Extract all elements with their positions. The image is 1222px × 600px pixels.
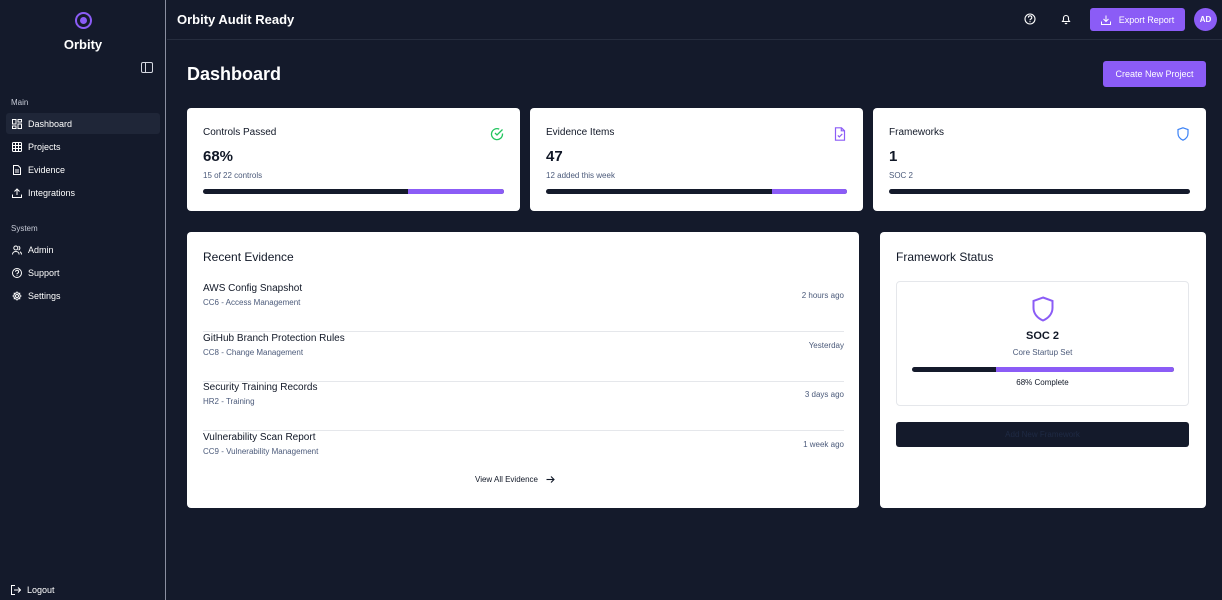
logout-label: Logout (27, 585, 55, 595)
list-item[interactable]: AWS Config Snapshot CC6 - Access Managem… (203, 283, 844, 332)
recent-evidence-panel: Recent Evidence AWS Config Snapshot CC6 … (187, 232, 859, 508)
stat-title: Evidence Items (546, 127, 615, 138)
export-report-button[interactable]: Export Report (1090, 8, 1185, 31)
sidebar-item-admin[interactable]: Admin (6, 239, 160, 260)
stat-card-evidence: Evidence Items 47 12 added this week (530, 108, 863, 211)
list-item[interactable]: Vulnerability Scan Report CC9 - Vulnerab… (203, 432, 844, 481)
list-item[interactable]: Security Training Records HR2 - Training… (203, 382, 844, 431)
section-label-main: Main (11, 98, 29, 107)
sidebar-item-projects[interactable]: Projects (6, 136, 160, 157)
evidence-name: Vulnerability Scan Report (203, 432, 316, 443)
export-report-label: Export Report (1118, 14, 1175, 25)
stat-title: Frameworks (889, 127, 945, 138)
evidence-name: GitHub Branch Protection Rules (203, 333, 345, 344)
evidence-time: Yesterday (808, 341, 844, 350)
sidebar-item-label: Admin (28, 244, 54, 255)
file-check-icon (834, 127, 846, 141)
sidebar-item-evidence[interactable]: Evidence (6, 159, 160, 180)
progress-bar (203, 189, 504, 194)
shield-icon (1177, 127, 1189, 141)
evidence-name: AWS Config Snapshot (203, 283, 303, 294)
bell-icon[interactable] (1060, 13, 1072, 25)
evidence-time: 2 hours ago (801, 291, 844, 300)
sidebar-item-label: Evidence (28, 164, 66, 175)
orbit-logo-icon (74, 12, 92, 29)
evidence-time: 1 week ago (803, 440, 844, 449)
evidence-control: HR2 - Training (203, 397, 255, 406)
table-icon (12, 141, 22, 152)
sidebar-item-support[interactable]: Support (6, 262, 160, 283)
check-circle-icon (490, 128, 504, 141)
brand-name: Orbity (63, 37, 103, 52)
evidence-time: 3 days ago (804, 390, 844, 399)
list-item[interactable]: GitHub Branch Protection Rules CC8 - Cha… (203, 333, 844, 382)
stat-value: 1 (889, 148, 898, 165)
view-all-label: View All Evidence (475, 475, 538, 484)
evidence-control: CC9 - Vulnerability Management (203, 447, 319, 456)
brand[interactable]: Orbity (0, 10, 166, 52)
framework-complete-label: 68% Complete (1016, 378, 1069, 387)
help-icon (12, 267, 22, 278)
stat-value: 68% (203, 148, 234, 165)
progress-bar (889, 189, 1190, 194)
grid-icon (12, 118, 22, 129)
sidebar-item-label: Dashboard (28, 118, 73, 129)
progress-fill (771, 189, 847, 194)
sidebar-item-dashboard[interactable]: Dashboard (6, 113, 160, 134)
sidebar-toggle-icon[interactable] (141, 62, 153, 73)
progress-fill (995, 367, 1174, 372)
sidebar: Orbity Main Dashboard Projects Evidence … (0, 0, 166, 600)
help-icon[interactable] (1024, 13, 1036, 25)
evidence-control: CC6 - Access Management (203, 298, 301, 307)
page-title: Dashboard (187, 64, 282, 84)
arrow-right-icon (546, 476, 555, 483)
add-framework-button[interactable]: Add New Framework (896, 422, 1189, 447)
framework-card[interactable]: SOC 2 Core Startup Set 68% Complete (896, 281, 1189, 406)
section-label-system: System (11, 224, 38, 233)
sidebar-item-label: Settings (28, 290, 61, 301)
sidebar-item-label: Projects (28, 141, 61, 152)
progress-bar (912, 367, 1174, 372)
stat-title: Controls Passed (203, 127, 277, 138)
stat-card-controls: Controls Passed 68% 15 of 22 controls (187, 108, 520, 211)
progress-fill (407, 189, 504, 194)
evidence-control: CC8 - Change Management (203, 348, 304, 357)
upload-icon (12, 187, 22, 198)
logout-icon (11, 585, 21, 595)
stat-value: 47 (546, 148, 563, 165)
framework-name: SOC 2 (1025, 330, 1059, 342)
file-icon (13, 164, 21, 175)
avatar[interactable]: AD (1194, 8, 1217, 31)
sidebar-item-settings[interactable]: Settings (6, 285, 160, 306)
download-icon (1100, 15, 1111, 25)
evidence-name: Security Training Records (203, 382, 318, 393)
stat-subtitle: 12 added this week (546, 171, 615, 180)
view-all-evidence-link[interactable]: View All Evidence (475, 475, 555, 484)
users-icon (12, 245, 22, 255)
app-title: Orbity Audit Ready (177, 12, 295, 27)
panel-title: Recent Evidence (203, 250, 294, 264)
sidebar-item-label: Integrations (28, 187, 76, 198)
stat-subtitle: 15 of 22 controls (203, 171, 263, 180)
stat-subtitle: SOC 2 (889, 171, 914, 180)
top-bar: Orbity Audit Ready Export Report AD (167, 0, 1222, 40)
sidebar-item-label: Support (28, 267, 60, 278)
create-project-button[interactable]: Create New Project (1103, 61, 1206, 87)
sidebar-item-integrations[interactable]: Integrations (6, 182, 160, 203)
panel-title: Framework Status (896, 250, 994, 264)
framework-subtitle: Core Startup Set (1012, 348, 1073, 357)
progress-bar (546, 189, 847, 194)
framework-status-panel: Framework Status SOC 2 Core Startup Set … (880, 232, 1206, 508)
stat-card-frameworks: Frameworks 1 SOC 2 (873, 108, 1206, 211)
gear-icon (12, 291, 22, 300)
logout-button[interactable]: Logout (11, 585, 55, 595)
shield-icon (1032, 296, 1054, 322)
